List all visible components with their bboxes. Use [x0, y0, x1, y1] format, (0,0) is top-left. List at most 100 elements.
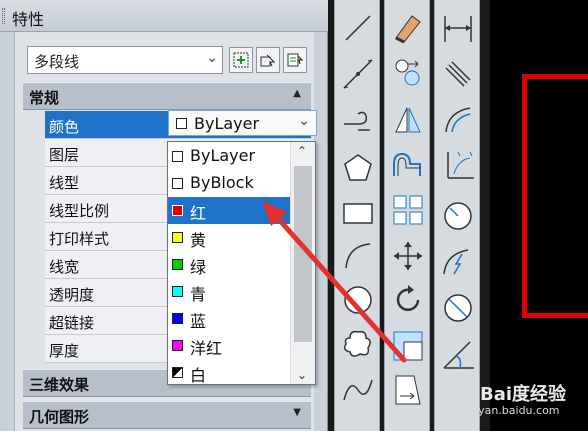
dropdown-option-red[interactable]: 红 [168, 197, 290, 224]
dropdown-option-blue[interactable]: 蓝 [168, 305, 290, 332]
arc-tool[interactable] [340, 238, 376, 274]
color-value-select[interactable]: ByLayer ⌄ [168, 110, 317, 136]
color-dropdown-list: ByLayer ByBlock 红 黄 绿 青 蓝 洋红 白 ⌃ ⌄ [167, 141, 316, 385]
dropdown-option-bylayer[interactable]: ByLayer [168, 143, 290, 170]
scale-tool[interactable] [390, 328, 426, 364]
option-label: 绿 [190, 258, 207, 277]
toggle-pickadd-button[interactable] [283, 47, 307, 73]
arc-length-tool[interactable] [440, 102, 476, 138]
section-geometry[interactable]: 几何图形 ▼ [23, 401, 311, 429]
polyline-rectangle[interactable] [522, 74, 588, 318]
option-label: 洋红 [190, 339, 223, 358]
dropdown-option-white[interactable]: 白 [168, 359, 290, 386]
construction-line-icon [343, 59, 373, 89]
color-swatch [172, 313, 183, 324]
palette-title-bar[interactable]: 特性 [0, 0, 328, 32]
aligned-dimension-icon [445, 61, 471, 87]
scrollbar-thumb[interactable] [294, 166, 312, 342]
color-swatch [172, 286, 183, 297]
dropdown-option-green[interactable]: 绿 [168, 251, 290, 278]
offset-icon [393, 152, 421, 176]
drawing-canvas[interactable] [490, 0, 588, 431]
modify-toolbar [384, 0, 430, 431]
array-icon [393, 195, 423, 225]
watermark-logo-text: Bai度经验 [480, 384, 567, 405]
property-label: 线型比例 [49, 202, 110, 220]
dropdown-option-cyan[interactable]: 青 [168, 278, 290, 305]
color-swatch [172, 340, 183, 351]
watermark: Bai度经验 jingyan.baidu.com [450, 380, 580, 425]
watermark-url: jingyan.baidu.com [458, 404, 560, 417]
option-label: 黄 [190, 231, 207, 250]
circle-tool[interactable] [340, 282, 376, 318]
property-label: 线型 [49, 174, 80, 192]
spline-tool[interactable] [340, 372, 376, 408]
offset-tool[interactable] [390, 146, 426, 182]
option-label: ByLayer [190, 146, 256, 165]
arc-length-icon [445, 107, 471, 133]
object-type-value: 多段线 [34, 53, 80, 71]
dropdown-option-magenta[interactable]: 洋红 [168, 332, 290, 359]
polyline-icon [344, 111, 370, 131]
section-general[interactable]: 常规 ▲ [23, 82, 311, 110]
option-label: 青 [190, 285, 207, 304]
object-type-select[interactable]: 多段线 ⌄ [27, 46, 223, 74]
section-3d-label: 三维效果 [29, 376, 90, 394]
color-swatch [176, 118, 187, 129]
quick-select-button[interactable] [229, 47, 253, 73]
collapse-up-icon[interactable]: ▲ [293, 88, 301, 99]
erase-tool[interactable] [390, 8, 426, 44]
select-objects-icon [260, 54, 276, 67]
dimension-toolbar [434, 0, 480, 431]
scroll-up-icon[interactable]: ⌃ [297, 144, 307, 158]
angular-dimension-tool[interactable] [440, 336, 476, 372]
chevron-down-icon[interactable]: ⌄ [298, 113, 310, 129]
property-label: 超链接 [49, 314, 95, 332]
diameter-dimension-tool[interactable] [440, 290, 476, 326]
aligned-dimension-tool[interactable] [440, 56, 476, 92]
copy-tool[interactable] [390, 54, 426, 90]
jogged-dimension-icon [443, 249, 469, 275]
revcloud-icon [343, 330, 371, 357]
polygon-icon [344, 154, 372, 181]
polygon-tool[interactable] [340, 150, 376, 186]
expand-down-icon[interactable]: ▼ [293, 407, 301, 418]
option-label: 白 [190, 366, 207, 385]
color-swatch [172, 205, 183, 216]
property-label: 图层 [49, 146, 80, 164]
construction-line-tool[interactable] [340, 56, 376, 92]
drag-grip-icon[interactable] [2, 8, 5, 24]
jogged-dimension-tool[interactable] [440, 246, 476, 282]
rotate-tool[interactable] [390, 282, 426, 318]
mirror-tool[interactable] [390, 102, 426, 138]
dropdown-option-byblock[interactable]: ByBlock [168, 170, 290, 197]
erase-icon [395, 15, 421, 44]
color-swatch [172, 259, 183, 270]
palette-title: 特性 [12, 10, 45, 29]
scroll-down-icon[interactable]: ⌄ [297, 368, 307, 382]
section-geometry-label: 几何图形 [29, 408, 90, 426]
polyline-tool[interactable] [340, 104, 376, 140]
radius-dimension-tool[interactable] [440, 198, 476, 234]
property-label: 透明度 [49, 286, 95, 304]
revcloud-tool[interactable] [340, 326, 376, 362]
spline-icon [343, 379, 373, 401]
dropdown-scrollbar[interactable]: ⌃ ⌄ [290, 142, 315, 384]
property-label: 打印样式 [49, 230, 110, 248]
chevron-down-icon[interactable]: ⌄ [206, 50, 218, 66]
move-tool[interactable] [390, 238, 426, 274]
section-indent [23, 111, 45, 363]
option-label: 红 [190, 204, 207, 223]
rectangle-tool[interactable] [340, 195, 376, 231]
array-tool[interactable] [390, 192, 426, 228]
stretch-tool[interactable] [390, 372, 426, 408]
linear-dimension-tool[interactable] [440, 10, 476, 46]
select-objects-button[interactable] [256, 47, 280, 73]
move-icon [394, 242, 422, 270]
arc-icon [345, 243, 371, 269]
ordinate-dimension-tool[interactable] [440, 148, 476, 184]
dropdown-option-yellow[interactable]: 黄 [168, 224, 290, 251]
line-tool[interactable] [340, 10, 376, 46]
property-label: 厚度 [49, 342, 80, 360]
color-swatch [172, 151, 183, 162]
